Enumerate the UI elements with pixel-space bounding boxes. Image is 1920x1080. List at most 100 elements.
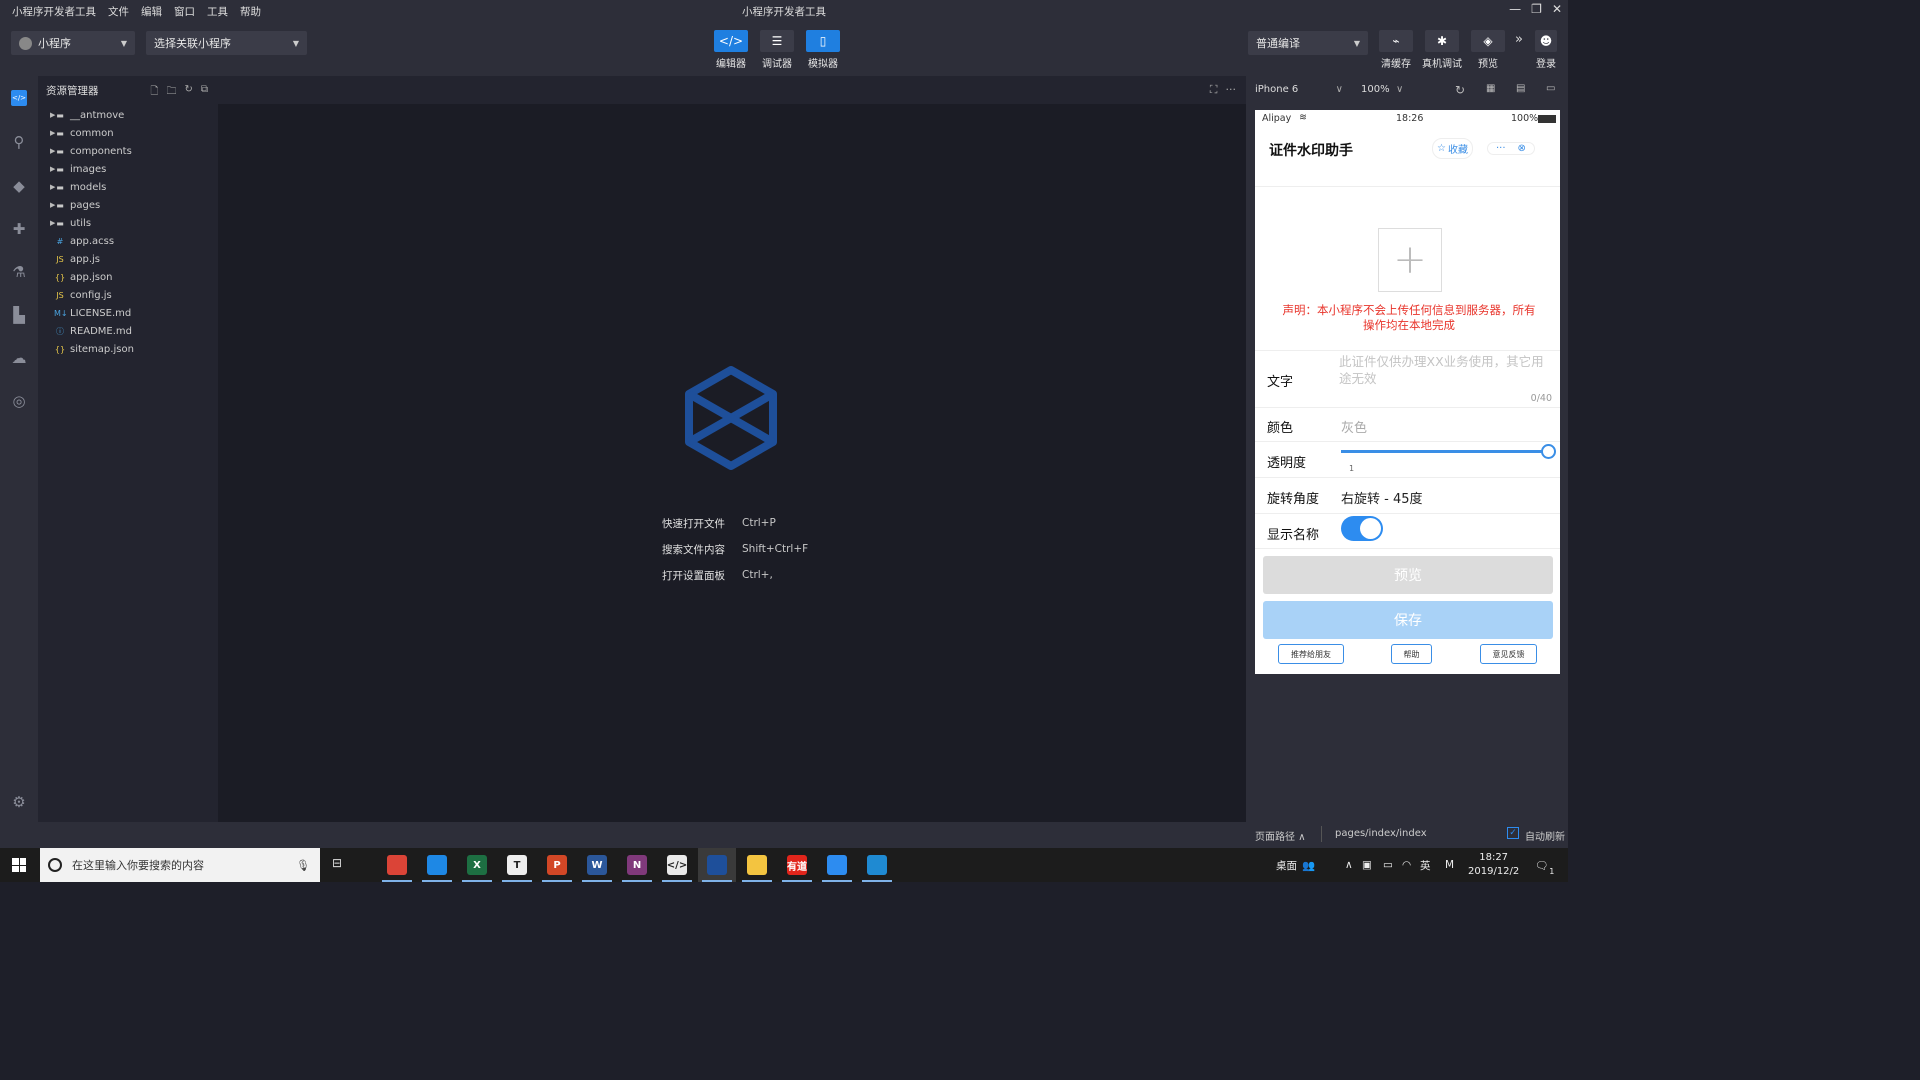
windows-start-icon[interactable] [12, 858, 26, 872]
ime-language[interactable]: 英 [1420, 848, 1431, 882]
favorite-button[interactable]: ☆ 收藏 [1432, 137, 1473, 159]
taskbar-app-devtools[interactable]: </> [658, 848, 696, 882]
file-item[interactable]: JS app.js [38, 250, 218, 268]
tray-chevron-icon[interactable]: ∧ [1345, 848, 1353, 882]
settings-gear-icon[interactable]: ⚙ [9, 792, 29, 812]
taskbar-app-feishu[interactable] [818, 848, 856, 882]
search-icon[interactable]: ⚲ [9, 132, 29, 152]
folder-item[interactable]: ▶ ▬ __antmove [38, 106, 218, 124]
folder-item[interactable]: ▶ ▬ models [38, 178, 218, 196]
feedback-button[interactable]: 意见反馈 [1480, 644, 1537, 664]
device-select[interactable]: iPhone 6 ∨ [1255, 84, 1343, 95]
taskbar-app-word[interactable]: W [578, 848, 616, 882]
project-select[interactable]: 小程序 ▼ [11, 31, 135, 55]
close-icon[interactable]: ✕ [1552, 2, 1562, 16]
login-button[interactable]: ☻ 登录 [1526, 30, 1566, 70]
menu-item[interactable]: 帮助 [240, 4, 261, 19]
desktop-toolbar[interactable]: 桌面 [1276, 848, 1297, 882]
taskbar-search[interactable]: 在这里输入你要搜索的内容 🎙 [40, 848, 320, 882]
taskbar-app-shield[interactable] [418, 848, 456, 882]
simulator-toggle-button[interactable]: ▯ 模拟器 [803, 30, 843, 70]
file-item[interactable]: ⓘ README.md [38, 322, 218, 340]
menu-item[interactable]: 文件 [108, 4, 129, 19]
watermark-text-input[interactable]: 此证件仅供办理XX业务使用，其它用途无效 [1339, 353, 1551, 387]
new-file-icon[interactable]: 🗋 [150, 84, 158, 101]
help-button[interactable]: 帮助 [1391, 644, 1432, 664]
refresh-icon[interactable]: ↻ [184, 84, 192, 101]
inspect-icon[interactable]: ▤ [1516, 83, 1525, 94]
people-icon[interactable]: 👥 [1302, 848, 1315, 882]
collapse-all-icon[interactable]: ⧉ [201, 84, 208, 101]
auto-refresh-checkbox[interactable]: ✓ [1507, 827, 1519, 839]
save-button[interactable]: 保存 [1263, 601, 1553, 639]
folder-item[interactable]: ▶ ▬ images [38, 160, 218, 178]
close-circle-icon[interactable]: ⊗ [1518, 143, 1526, 154]
upload-image-button[interactable]: + [1378, 228, 1442, 292]
new-folder-icon[interactable]: 🗀 [166, 84, 176, 101]
taskbar-app-typora[interactable]: T [498, 848, 536, 882]
clock[interactable]: 18:27 2019/12/2 [1468, 851, 1519, 879]
folder-item[interactable]: ▶ ▬ utils [38, 214, 218, 232]
minimize-icon[interactable]: — [1509, 2, 1521, 16]
file-item[interactable]: M↓ LICENSE.md [38, 304, 218, 322]
color-row[interactable]: 颜色 灰色 [1255, 407, 1560, 441]
compile-mode-select[interactable]: 普通编译 ▼ [1248, 31, 1368, 55]
extensions-icon[interactable]: ✚ [9, 219, 29, 239]
menu-item[interactable]: 窗口 [174, 4, 195, 19]
task-view-icon[interactable]: ⊟ [332, 856, 342, 870]
editor-toggle-button[interactable]: </> 编辑器 [711, 30, 751, 70]
taskbar-app-youdao[interactable]: 有道 [778, 848, 816, 882]
grid-icon[interactable]: ▦ [1486, 83, 1495, 94]
bookmark-icon[interactable]: ▙ [9, 305, 29, 325]
file-item[interactable]: JS config.js [38, 286, 218, 304]
show-name-switch[interactable] [1341, 516, 1383, 541]
preview-watermark-button[interactable]: 预览 [1263, 556, 1553, 594]
notification-center-icon[interactable]: 🗨 1 [1535, 848, 1554, 882]
taskbar-app-excel[interactable]: X [458, 848, 496, 882]
opacity-slider-knob[interactable] [1541, 444, 1556, 459]
rotation-row[interactable]: 旋转角度 右旋转 - 45度 [1255, 477, 1560, 513]
recommend-button[interactable]: 推荐给朋友 [1278, 644, 1344, 664]
taskbar-app-chrome[interactable] [378, 848, 416, 882]
taskbar-app-powerpoint[interactable]: P [538, 848, 576, 882]
taskbar-app-vscode[interactable] [858, 848, 896, 882]
screenshot-icon[interactable]: ⛶ [1210, 83, 1218, 97]
file-item[interactable]: {} app.json [38, 268, 218, 286]
menu-item[interactable]: 工具 [207, 4, 228, 19]
support-icon[interactable]: ◎ [9, 391, 29, 411]
more-icon[interactable]: ··· [1226, 83, 1237, 97]
folder-item[interactable]: ▶ ▬ common [38, 124, 218, 142]
taskbar-app-explorer[interactable] [738, 848, 776, 882]
folder-name: common [70, 127, 114, 139]
zoom-select[interactable]: 100% ∨ [1361, 84, 1403, 95]
folder-item[interactable]: ▶ ▬ pages [38, 196, 218, 214]
detach-icon[interactable]: ▭ [1546, 83, 1555, 94]
clear-cache-button[interactable]: ⌁ 清缓存 [1376, 30, 1416, 70]
preview-button[interactable]: ◈ 预览 [1468, 30, 1508, 70]
device-debug-button[interactable]: ✱ 真机调试 [1422, 30, 1462, 70]
file-item[interactable]: # app.acss [38, 232, 218, 250]
debugger-toggle-button[interactable]: ☰ 调试器 [757, 30, 797, 70]
ime-mode[interactable]: M [1445, 848, 1454, 882]
tray-app-icon[interactable]: ▣ [1362, 848, 1372, 882]
reload-icon[interactable]: ↻ [1455, 83, 1465, 97]
more-dots-icon[interactable]: ··· [1496, 143, 1506, 154]
wifi-tray-icon[interactable]: ◠ [1402, 848, 1411, 882]
taskbar-app-onenote[interactable]: N [618, 848, 656, 882]
taskbar-app-miniapp-ide[interactable] [698, 848, 736, 882]
menu-app-name[interactable]: 小程序开发者工具 [12, 4, 96, 19]
microphone-icon[interactable]: 🎙 [296, 859, 310, 872]
file-item[interactable]: {} sitemap.json [38, 340, 218, 358]
flask-icon[interactable]: ⚗ [9, 262, 29, 282]
page-path-toggle[interactable]: 页面路径 ∧ [1255, 828, 1306, 843]
battery-tray-icon[interactable]: ▭ [1383, 848, 1393, 882]
related-miniapp-select[interactable]: 选择关联小程序 ▼ [146, 31, 307, 55]
cloud-icon[interactable]: ☁ [9, 348, 29, 368]
git-icon[interactable]: ◆ [9, 176, 29, 196]
opacity-slider[interactable] [1341, 444, 1556, 459]
restore-icon[interactable]: ❐ [1531, 2, 1542, 16]
more-chevron-icon[interactable]: » [1515, 32, 1523, 47]
menu-item[interactable]: 编辑 [141, 4, 162, 19]
files-icon[interactable]: </> [9, 88, 29, 108]
folder-item[interactable]: ▶ ▬ components [38, 142, 218, 160]
